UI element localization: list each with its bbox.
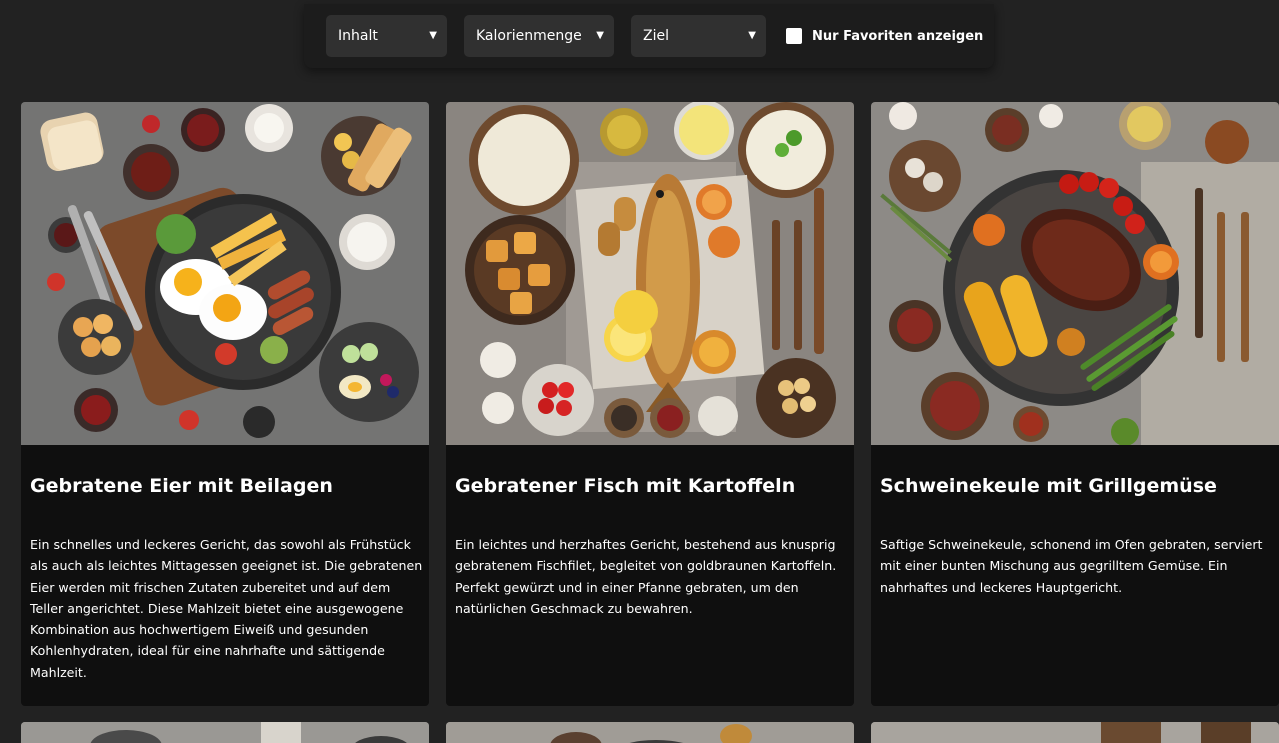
favorites-label[interactable]: Nur Favoriten anzeigen — [812, 29, 983, 44]
recipe-card[interactable]: Gebratene Eier mit Beilagen Ein schnelle… — [21, 102, 429, 706]
chevron-down-icon: ▼ — [596, 30, 604, 41]
recipe-description: Ein schnelles und leckeres Gericht, das … — [30, 537, 423, 680]
recipe-image-eggs — [21, 102, 429, 445]
content-select[interactable]: Inhalt ▼ — [326, 15, 447, 57]
goal-select-label: Ziel — [643, 28, 669, 44]
calories-select-label: Kalorienmenge — [476, 28, 582, 44]
chevron-down-icon: ▼ — [429, 30, 437, 41]
recipe-card-peek[interactable] — [21, 722, 429, 743]
calories-select[interactable]: Kalorienmenge ▼ — [464, 15, 614, 57]
recipe-card[interactable]: Gebratener Fisch mit Kartoffeln Ein leic… — [446, 102, 854, 706]
recipe-description: Ein leichtes und herzhaftes Gericht, bes… — [455, 537, 837, 616]
recipe-card[interactable]: Schweinekeule mit Grillgemüse Saftige Sc… — [871, 102, 1279, 706]
chevron-down-icon: ▼ — [748, 30, 756, 41]
recipe-image-peek — [21, 722, 429, 743]
recipe-image-fish — [446, 102, 854, 445]
favorites-checkbox[interactable] — [786, 28, 802, 44]
content-select-label: Inhalt — [338, 28, 378, 44]
recipe-card-peek[interactable] — [446, 722, 854, 743]
recipe-description: Saftige Schweinekeule, schonend im Ofen … — [880, 537, 1263, 595]
recipe-title[interactable]: Gebratener Fisch mit Kartoffeln — [455, 475, 845, 497]
recipe-title[interactable]: Gebratene Eier mit Beilagen — [30, 475, 420, 497]
favorites-filter[interactable]: Nur Favoriten anzeigen — [786, 26, 983, 46]
goal-select[interactable]: Ziel ▼ — [631, 15, 766, 57]
recipe-image-peek — [446, 722, 854, 743]
filter-bar: Inhalt ▼ Kalorienmenge ▼ Ziel ▼ Nur Favo… — [304, 4, 994, 68]
recipe-title[interactable]: Schweinekeule mit Grillgemüse — [880, 475, 1270, 497]
recipe-image-peek — [871, 722, 1279, 743]
recipe-card-peek[interactable] — [871, 722, 1279, 743]
recipe-image-pork — [871, 102, 1279, 445]
